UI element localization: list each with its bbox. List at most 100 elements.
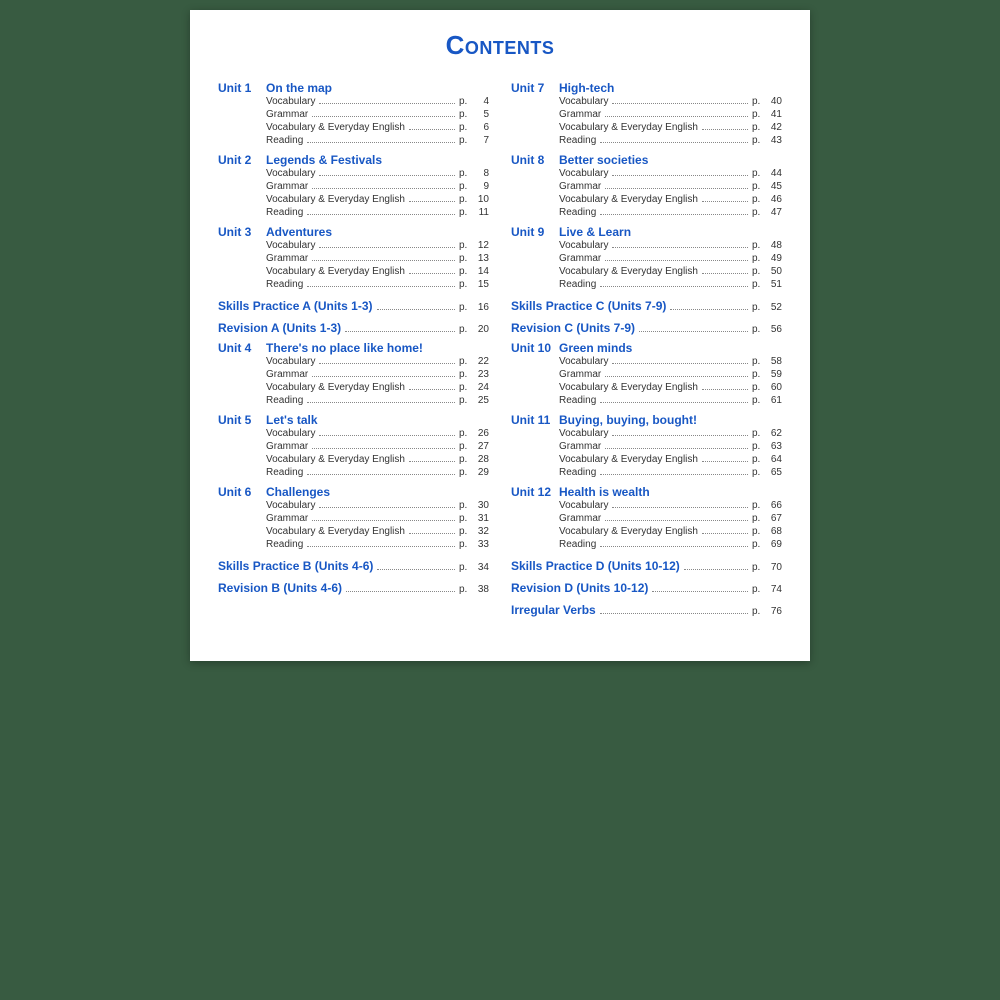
- leader-dots: [600, 142, 748, 143]
- unit-header: Unit 7High-tech: [511, 81, 782, 95]
- toc-subitem: Vocabulary & Everyday Englishp.10: [218, 193, 489, 206]
- unit-header: Unit 4There's no place like home!: [218, 341, 489, 355]
- special-label: Revision C (Units 7-9): [511, 321, 635, 335]
- page-prefix: p.: [459, 428, 471, 439]
- subitem-label: Reading: [559, 207, 596, 218]
- toc-subitem: Grammarp.27: [218, 440, 489, 453]
- subitem-label: Vocabulary: [266, 240, 315, 251]
- toc-subitem: Grammarp.45: [511, 180, 782, 193]
- page-prefix: p.: [752, 279, 764, 290]
- toc-unit: Unit 8Better societiesVocabularyp.44Gram…: [511, 153, 782, 219]
- page-prefix: p.: [752, 266, 764, 277]
- page-prefix: p.: [459, 369, 471, 380]
- toc-special: Revision A (Units 1-3)p.20: [218, 321, 489, 335]
- subitem-label: Grammar: [266, 513, 308, 524]
- page-prefix: p.: [459, 194, 471, 205]
- page-number: 23: [471, 369, 489, 380]
- unit-header: Unit 5Let's talk: [218, 413, 489, 427]
- page-prefix: p.: [459, 513, 471, 524]
- toc-subitem: Vocabularyp.48: [511, 239, 782, 252]
- leader-dots: [684, 569, 748, 570]
- special-label: Revision A (Units 1-3): [218, 321, 341, 335]
- unit-header: Unit 11Buying, buying, bought!: [511, 413, 782, 427]
- page-prefix: p.: [459, 168, 471, 179]
- page-prefix: p.: [752, 207, 764, 218]
- toc-unit: Unit 1On the mapVocabularyp.4Grammarp.5V…: [218, 81, 489, 147]
- unit-title: Health is wealth: [559, 485, 782, 499]
- toc-subitem: Vocabularyp.62: [511, 427, 782, 440]
- toc-special: Irregular Verbsp.76: [511, 603, 782, 617]
- page-prefix: p.: [459, 109, 471, 120]
- subitem-label: Grammar: [559, 513, 601, 524]
- page-number: 47: [764, 207, 782, 218]
- page-prefix: p.: [459, 467, 471, 478]
- page-number: 69: [764, 539, 782, 550]
- page-number: 27: [471, 441, 489, 452]
- page-number: 38: [471, 584, 489, 595]
- unit-header: Unit 10Green minds: [511, 341, 782, 355]
- leader-dots: [605, 448, 748, 449]
- page-number: 56: [764, 324, 782, 335]
- page-prefix: p.: [459, 526, 471, 537]
- page-number: 30: [471, 500, 489, 511]
- leader-dots: [307, 286, 455, 287]
- subitem-label: Reading: [266, 135, 303, 146]
- toc-subitem: Readingp.61: [511, 394, 782, 407]
- leader-dots: [377, 569, 455, 570]
- special-label: Skills Practice D (Units 10-12): [511, 559, 680, 573]
- page-number: 13: [471, 253, 489, 264]
- toc-subitem: Vocabularyp.26: [218, 427, 489, 440]
- subitem-label: Vocabulary: [266, 428, 315, 439]
- subitem-label: Vocabulary: [266, 168, 315, 179]
- page-number: 15: [471, 279, 489, 290]
- page-prefix: p.: [752, 395, 764, 406]
- page-number: 9: [471, 181, 489, 192]
- subitem-label: Grammar: [559, 369, 601, 380]
- leader-dots: [702, 273, 748, 274]
- unit-label: Unit 6: [218, 485, 266, 499]
- page-prefix: p.: [752, 562, 764, 573]
- unit-header: Unit 9Live & Learn: [511, 225, 782, 239]
- leader-dots: [600, 546, 748, 547]
- page-number: 65: [764, 467, 782, 478]
- toc-subitem: Vocabulary & Everyday Englishp.60: [511, 381, 782, 394]
- leader-dots: [600, 286, 748, 287]
- page-number: 70: [764, 562, 782, 573]
- page-number: 67: [764, 513, 782, 524]
- leader-dots: [605, 520, 748, 521]
- page-number: 22: [471, 356, 489, 367]
- toc-subitem: Readingp.11: [218, 206, 489, 219]
- page-number: 62: [764, 428, 782, 439]
- unit-label: Unit 9: [511, 225, 559, 239]
- toc-unit: Unit 12Health is wealthVocabularyp.66Gra…: [511, 485, 782, 551]
- toc-unit: Unit 6ChallengesVocabularyp.30Grammarp.3…: [218, 485, 489, 551]
- toc-subitem: Vocabularyp.12: [218, 239, 489, 252]
- toc-unit: Unit 4There's no place like home! Vocabul…: [218, 341, 489, 407]
- unit-label: Unit 4: [218, 341, 266, 355]
- page-prefix: p.: [752, 240, 764, 251]
- leader-dots: [312, 116, 455, 117]
- page-prefix: p.: [752, 539, 764, 550]
- toc-special: Skills Practice B (Units 4-6)p.34: [218, 559, 489, 573]
- toc-subitem: Readingp.25: [218, 394, 489, 407]
- page-number: 52: [764, 302, 782, 313]
- toc-special: Skills Practice D (Units 10-12) p.70: [511, 559, 782, 573]
- page-prefix: p.: [459, 539, 471, 550]
- subitem-label: Vocabulary: [559, 240, 608, 251]
- page-number: 46: [764, 194, 782, 205]
- unit-label: Unit 5: [218, 413, 266, 427]
- subitem-label: Reading: [266, 207, 303, 218]
- special-label: Skills Practice C (Units 7-9): [511, 299, 666, 313]
- subitem-label: Vocabulary & Everyday English: [559, 382, 698, 393]
- unit-header: Unit 8Better societies: [511, 153, 782, 167]
- leader-dots: [319, 507, 455, 508]
- leader-dots: [319, 363, 455, 364]
- page-prefix: p.: [459, 122, 471, 133]
- special-label: Revision B (Units 4-6): [218, 581, 342, 595]
- leader-dots: [652, 591, 748, 592]
- toc-subitem: Vocabularyp.44: [511, 167, 782, 180]
- toc-special: Skills Practice C (Units 7-9)p.52: [511, 299, 782, 313]
- page-number: 34: [471, 562, 489, 573]
- subitem-label: Vocabulary & Everyday English: [266, 382, 405, 393]
- leader-dots: [670, 309, 748, 310]
